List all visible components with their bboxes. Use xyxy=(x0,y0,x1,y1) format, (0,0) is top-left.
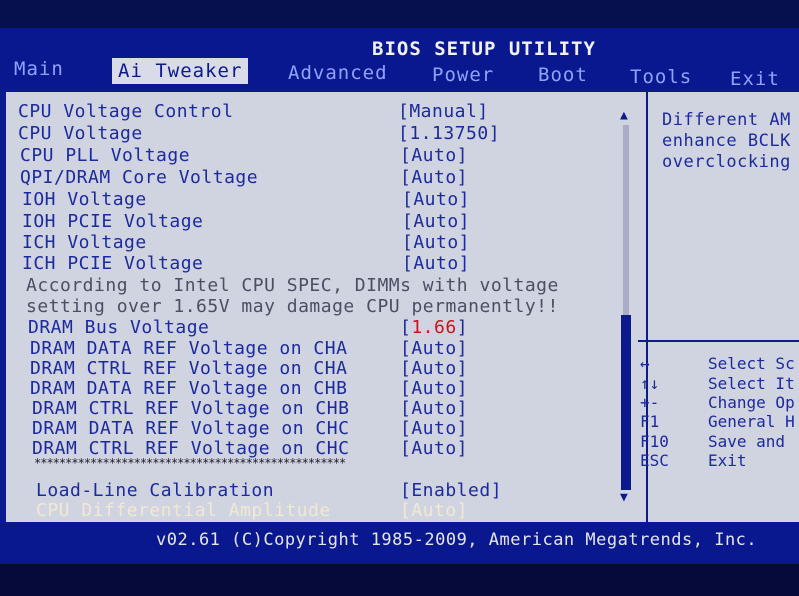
tab-main[interactable]: Main xyxy=(14,58,64,80)
setting-row-disabled: CPU Differential Amplitude [Auto] xyxy=(36,500,468,521)
setting-label: IOH PCIE Voltage xyxy=(22,211,204,232)
setting-label: DRAM Bus Voltage xyxy=(28,317,210,338)
setting-row[interactable]: Load-Line Calibration [Enabled] xyxy=(36,480,502,501)
setting-row[interactable]: CPU Voltage [1.13750] xyxy=(18,123,500,144)
setting-row[interactable]: DRAM CTRL REF Voltage on CHB [Auto] xyxy=(32,398,468,419)
value-bracket-close: ] xyxy=(456,317,469,338)
setting-label: CPU Differential Amplitude xyxy=(36,500,331,521)
key-hint: F1 General H xyxy=(640,412,795,431)
setting-label: CPU PLL Voltage xyxy=(20,145,191,166)
setting-value[interactable]: [Manual] xyxy=(398,101,489,122)
tab-advanced[interactable]: Advanced xyxy=(288,62,388,84)
key-desc: Select Sc xyxy=(708,354,795,373)
setting-label: ICH PCIE Voltage xyxy=(22,253,204,274)
tab-tools[interactable]: Tools xyxy=(630,66,692,88)
setting-row[interactable]: DRAM Bus Voltage [1.66] xyxy=(28,317,468,338)
warning-line-2: setting over 1.65V may damage CPU perman… xyxy=(26,296,559,317)
setting-value[interactable]: [Enabled] xyxy=(400,480,502,501)
setting-value[interactable]: [1.66] xyxy=(400,317,468,338)
key-desc: Exit xyxy=(708,451,747,470)
setting-value[interactable]: [Auto] xyxy=(402,232,470,253)
dram-bus-voltage-value: 1.66 xyxy=(411,317,457,338)
setting-row[interactable]: DRAM CTRL REF Voltage on CHA [Auto] xyxy=(30,358,468,379)
plus-minus-icon: +- xyxy=(640,393,660,412)
tab-exit[interactable]: Exit xyxy=(730,68,780,90)
setting-value[interactable]: [Auto] xyxy=(400,167,468,188)
setting-value[interactable]: [1.13750] xyxy=(398,123,500,144)
separator-line: ****************************************… xyxy=(34,456,346,470)
setting-value: [Auto] xyxy=(400,500,469,521)
bios-title: BIOS SETUP UTILITY xyxy=(372,38,596,60)
setting-label: DRAM CTRL REF Voltage on CHA xyxy=(30,358,348,379)
setting-label: IOH Voltage xyxy=(22,189,147,210)
setting-row[interactable]: IOH PCIE Voltage [Auto] xyxy=(22,211,470,232)
setting-row[interactable]: DRAM DATA REF Voltage on CHA [Auto] xyxy=(30,338,468,359)
setting-row[interactable]: DRAM DATA REF Voltage on CHC [Auto] xyxy=(32,418,468,439)
setting-row[interactable]: IOH Voltage [Auto] xyxy=(22,189,470,210)
help-line: overclocking xyxy=(662,152,791,172)
help-line: Different AM xyxy=(662,110,791,130)
key-desc: General H xyxy=(708,412,795,431)
help-divider xyxy=(638,340,799,342)
setting-value[interactable]: [Auto] xyxy=(402,211,470,232)
setting-row[interactable]: QPI/DRAM Core Voltage [Auto] xyxy=(20,167,468,188)
warning-line-1: According to Intel CPU SPEC, DIMMs with … xyxy=(26,275,559,296)
key-hint: F10 Save and xyxy=(640,432,785,451)
setting-value[interactable]: [Auto] xyxy=(400,398,468,419)
key-hint: ↔ Select Sc xyxy=(640,354,795,373)
scrollbar-thumb[interactable] xyxy=(621,315,631,490)
key-hint: +- Change Op xyxy=(640,393,795,412)
help-line: enhance BCLK xyxy=(662,131,791,151)
key-hint: ESC Exit xyxy=(640,451,747,470)
tab-boot[interactable]: Boot xyxy=(538,64,588,86)
setting-label: QPI/DRAM Core Voltage xyxy=(20,167,259,188)
setting-value[interactable]: [Auto] xyxy=(400,378,468,399)
copyright-text: v02.61 (C)Copyright 1985-2009, American … xyxy=(156,530,758,550)
setting-label: DRAM CTRL REF Voltage on CHB xyxy=(32,398,350,419)
key-f1: F1 xyxy=(640,412,660,431)
setting-value[interactable]: [Auto] xyxy=(400,145,468,166)
setting-value[interactable]: [Auto] xyxy=(402,189,470,210)
tab-bar: Main Ai Tweaker Advanced Power Boot Tool… xyxy=(0,58,799,90)
bottom-bezel xyxy=(0,564,799,596)
bios-screen: BIOS SETUP UTILITY Main Ai Tweaker Advan… xyxy=(0,0,799,596)
scrollbar-track[interactable] xyxy=(623,125,629,315)
setting-value[interactable]: [Auto] xyxy=(400,418,468,439)
scroll-down-icon[interactable]: ▼ xyxy=(620,490,628,505)
up-down-arrow-icon: ↑↓ xyxy=(640,374,660,393)
setting-row[interactable]: CPU Voltage Control [Manual] xyxy=(18,101,488,122)
setting-row[interactable]: ICH Voltage [Auto] xyxy=(22,232,470,253)
top-bezel xyxy=(0,0,799,30)
setting-value[interactable]: [Auto] xyxy=(400,338,468,359)
key-desc: Change Op xyxy=(708,393,795,412)
key-desc: Save and xyxy=(708,432,786,451)
value-bracket-open: [ xyxy=(400,317,412,338)
setting-value[interactable]: [Auto] xyxy=(402,253,470,274)
key-f10: F10 xyxy=(640,432,669,451)
setting-label: CPU Voltage Control xyxy=(18,101,234,122)
key-esc: ESC xyxy=(640,451,669,470)
setting-row[interactable]: ICH PCIE Voltage [Auto] xyxy=(22,253,470,274)
tab-ai-tweaker[interactable]: Ai Tweaker xyxy=(112,58,249,84)
setting-row[interactable]: CPU PLL Voltage [Auto] xyxy=(20,145,468,166)
left-right-arrow-icon: ↔ xyxy=(640,354,650,373)
setting-label: CPU Voltage xyxy=(18,123,143,144)
key-desc: Select It xyxy=(708,374,795,393)
setting-value[interactable]: [Auto] xyxy=(400,358,468,379)
setting-value[interactable]: [Auto] xyxy=(400,438,468,459)
setting-label: Load-Line Calibration xyxy=(36,480,275,501)
setting-label: DRAM DATA REF Voltage on CHC xyxy=(32,418,350,439)
scroll-up-icon[interactable]: ▲ xyxy=(620,108,628,123)
setting-label: DRAM DATA REF Voltage on CHA xyxy=(30,338,348,359)
setting-row[interactable]: DRAM DATA REF Voltage on CHB [Auto] xyxy=(30,378,468,399)
key-hint: ↑↓ Select It xyxy=(640,374,795,393)
tab-power[interactable]: Power xyxy=(432,64,494,86)
setting-label: ICH Voltage xyxy=(22,232,147,253)
setting-label: DRAM DATA REF Voltage on CHB xyxy=(30,378,348,399)
